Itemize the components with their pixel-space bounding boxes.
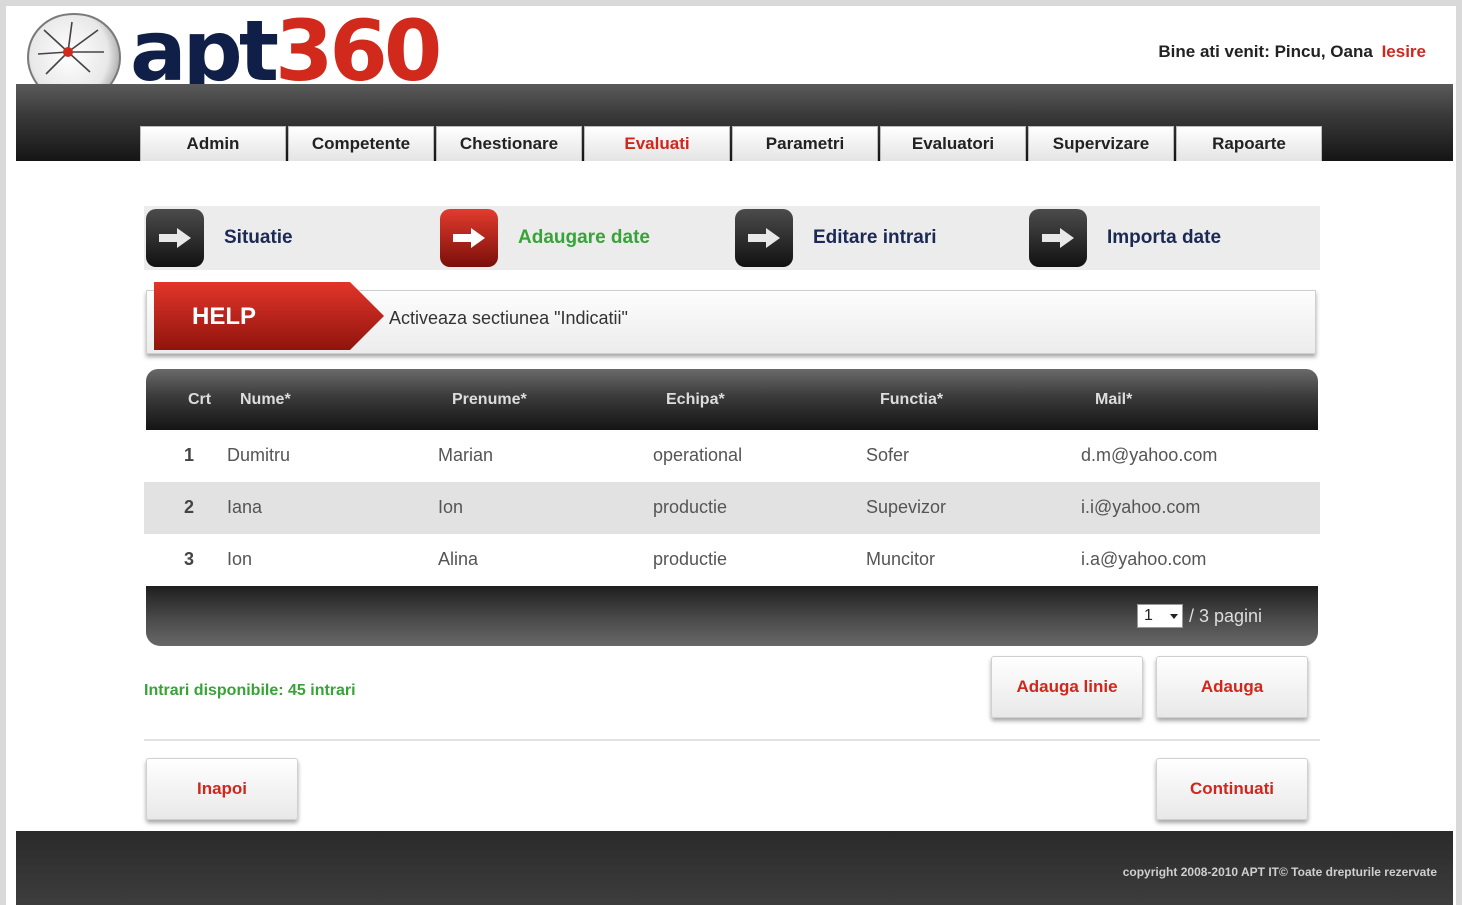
cell-functia: Sofer: [866, 445, 910, 465]
cell-prenume: Marian: [438, 445, 494, 465]
cell-mail: i.a@yahoo.com: [1081, 549, 1207, 569]
col-nume: Nume*: [240, 391, 291, 408]
add-line-button[interactable]: Adauga linie: [991, 656, 1143, 718]
cell-nume: Ion: [227, 549, 253, 569]
step-editare-intrari[interactable]: Editare intrari: [735, 206, 937, 270]
page-count: / 3 pagini: [1189, 606, 1263, 626]
cell-functia: Supevizor: [866, 497, 947, 517]
cell-crt: 1: [184, 445, 195, 465]
col-prenume: Prenume*: [452, 391, 527, 408]
step-label: Importa date: [1107, 227, 1222, 248]
welcome-message: Bine ati venit: Pincu, Oana Iesire: [1158, 42, 1426, 62]
cell-functia: Muncitor: [866, 549, 936, 569]
arrow-right-icon: [1029, 209, 1087, 267]
col-echipa: Echipa*: [666, 391, 725, 408]
help-tag-label: HELP: [192, 303, 256, 330]
logout-link[interactable]: Iesire: [1382, 42, 1426, 61]
help-text: Activeaza sectiunea "Indicatii": [389, 308, 628, 328]
page-select-value: 1: [1144, 607, 1153, 624]
footer: copyright 2008-2010 APT IT© Toate dreptu…: [16, 831, 1453, 905]
cell-crt: 3: [184, 549, 195, 569]
cell-nume: Iana: [227, 497, 263, 517]
cell-echipa: operational: [653, 445, 743, 465]
cell-crt: 2: [184, 497, 195, 517]
main-tabs: Admin Competente Chestionare Evaluati Pa…: [140, 126, 1322, 161]
step-adaugare-date[interactable]: Adaugare date: [440, 206, 650, 270]
cell-echipa: productie: [653, 497, 728, 517]
table-row[interactable]: 1 Dumitru Marian operational Sofer d.m@y…: [144, 430, 1320, 482]
cell-echipa: productie: [653, 549, 728, 569]
copyright-text: copyright 2008-2010 APT IT© Toate dreptu…: [1122, 865, 1437, 879]
cell-mail: i.i@yahoo.com: [1081, 497, 1201, 517]
table-row[interactable]: 3 Ion Alina productie Muncitor i.a@yahoo…: [144, 534, 1320, 586]
back-button[interactable]: Inapoi: [146, 758, 298, 820]
cell-mail: d.m@yahoo.com: [1081, 445, 1218, 465]
help-tag[interactable]: HELP: [154, 282, 384, 350]
step-importa-date[interactable]: Importa date: [1029, 206, 1221, 270]
col-crt: Crt: [188, 391, 212, 408]
col-functia: Functia*: [880, 391, 944, 408]
tab-evaluatori[interactable]: Evaluatori: [880, 126, 1026, 161]
page-select[interactable]: 1: [1137, 604, 1183, 628]
divider: [144, 739, 1320, 741]
col-mail: Mail*: [1095, 391, 1133, 408]
chevron-down-icon: [1170, 614, 1178, 619]
tab-admin[interactable]: Admin: [140, 126, 286, 161]
arrow-right-icon: [440, 209, 498, 267]
continue-button[interactable]: Continuati: [1156, 758, 1308, 820]
table-header: Crt Nume* Prenume* Echipa* Functia* Mail…: [146, 369, 1318, 430]
arrow-right-icon: [146, 209, 204, 267]
tab-evaluati[interactable]: Evaluati: [584, 126, 730, 161]
page: apt360 Bine ati venit: Pincu, Oana Iesir…: [6, 6, 1456, 905]
cell-nume: Dumitru: [227, 445, 291, 465]
arrow-right-icon: [735, 209, 793, 267]
brand-logo: apt360: [130, 6, 442, 96]
tab-supervizare[interactable]: Supervizare: [1028, 126, 1174, 161]
tab-parametri[interactable]: Parametri: [732, 126, 878, 161]
cell-prenume: Alina: [438, 549, 479, 569]
step-situatie[interactable]: Situatie: [146, 206, 293, 270]
step-label: Editare intrari: [813, 227, 937, 248]
table-row[interactable]: 2 Iana Ion productie Supevizor i.i@yahoo…: [144, 482, 1320, 534]
tab-competente[interactable]: Competente: [288, 126, 434, 161]
step-navigation: Situatie Adaugare date Editare intrari I…: [144, 206, 1320, 270]
tab-rapoarte[interactable]: Rapoarte: [1176, 126, 1322, 161]
cell-prenume: Ion: [438, 497, 464, 517]
add-button[interactable]: Adauga: [1156, 656, 1308, 718]
tab-chestionare[interactable]: Chestionare: [436, 126, 582, 161]
available-entries: Intrari disponibile: 45 intrari: [144, 682, 356, 699]
step-label: Adaugare date: [518, 227, 650, 248]
step-label: Situatie: [224, 227, 293, 248]
welcome-text: Bine ati venit: Pincu, Oana: [1158, 42, 1373, 61]
